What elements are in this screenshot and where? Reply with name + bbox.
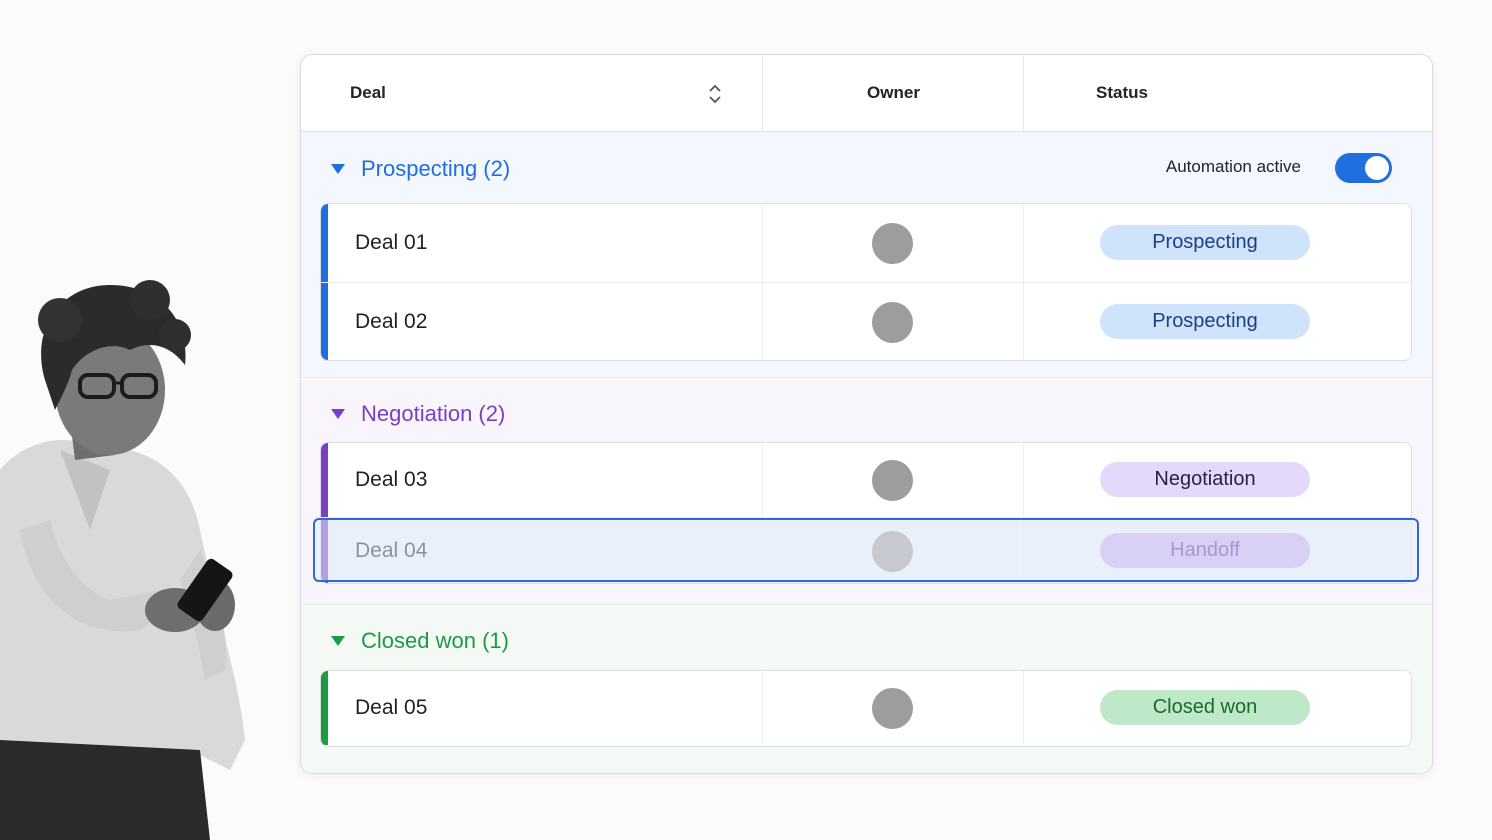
person-with-phone-illustration: [0, 280, 245, 840]
status-badge[interactable]: Prospecting: [1100, 304, 1310, 339]
deal-name: Deal 04: [355, 539, 428, 562]
toggle-knob: [1365, 156, 1389, 180]
column-header-deal-label: Deal: [350, 83, 386, 102]
group-negotiation: Negotiation (2) Deal 03 Negotiation Deal…: [301, 379, 1432, 605]
column-header-owner[interactable]: Owner: [762, 55, 1024, 131]
owner-avatar[interactable]: [872, 531, 913, 572]
group-header-prospecting[interactable]: Prospecting (2): [331, 154, 510, 184]
group-header-closed-won[interactable]: Closed won (1): [331, 626, 509, 656]
collapse-triangle-icon[interactable]: [331, 636, 345, 646]
group-closed-won: Closed won (1) Deal 05 Closed won: [301, 606, 1432, 773]
group-title: Negotiation (2): [361, 401, 506, 426]
row-accent: [321, 443, 328, 517]
column-header-status-label: Status: [1096, 83, 1148, 102]
deal-name: Deal 03: [355, 468, 428, 491]
automation-label: Automation active: [1165, 157, 1301, 176]
column-header-owner-label: Owner: [867, 83, 920, 102]
group-rows: Deal 03 Negotiation Deal 04 Handoff: [320, 442, 1412, 584]
collapse-triangle-icon[interactable]: [331, 164, 345, 174]
deal-name: Deal 01: [355, 231, 428, 254]
group-prospecting: Prospecting (2) Automation active Deal 0…: [301, 132, 1432, 378]
sort-up-down-icon[interactable]: [707, 83, 723, 105]
owner-avatar[interactable]: [872, 302, 913, 343]
table-row[interactable]: Deal 05 Closed won: [321, 671, 1411, 745]
group-header-negotiation[interactable]: Negotiation (2): [331, 399, 505, 429]
group-rows: Deal 01 Prospecting Deal 02 Prospecting: [320, 203, 1412, 361]
status-badge[interactable]: Closed won: [1100, 690, 1310, 725]
row-accent: [321, 671, 328, 745]
row-accent: [321, 518, 328, 583]
table-row[interactable]: Deal 03 Negotiation: [321, 443, 1411, 518]
owner-avatar[interactable]: [872, 223, 913, 264]
group-title: Closed won (1): [361, 628, 509, 653]
owner-avatar[interactable]: [872, 460, 913, 501]
owner-avatar[interactable]: [872, 688, 913, 729]
table-row[interactable]: Deal 02 Prospecting: [321, 283, 1411, 360]
deal-name: Deal 02: [355, 310, 428, 333]
row-accent: [321, 283, 328, 360]
status-badge[interactable]: Negotiation: [1100, 462, 1310, 497]
collapse-triangle-icon[interactable]: [331, 409, 345, 419]
status-badge[interactable]: Prospecting: [1100, 225, 1310, 260]
deal-name: Deal 05: [355, 696, 428, 719]
table-row-selected[interactable]: Deal 04 Handoff: [321, 518, 1411, 583]
group-title: Prospecting (2): [361, 156, 511, 181]
column-header-deal[interactable]: Deal: [301, 55, 761, 131]
column-header-status[interactable]: Status: [1023, 55, 1432, 131]
status-badge[interactable]: Handoff: [1100, 533, 1310, 568]
table-header: Deal Owner Status: [301, 55, 1432, 132]
table-row[interactable]: Deal 01 Prospecting: [321, 204, 1411, 283]
automation-toggle[interactable]: [1335, 153, 1392, 183]
group-rows: Deal 05 Closed won: [320, 670, 1412, 747]
deals-board: Deal Owner Status Prospecting (2) Automa…: [300, 54, 1433, 774]
row-accent: [321, 204, 328, 282]
